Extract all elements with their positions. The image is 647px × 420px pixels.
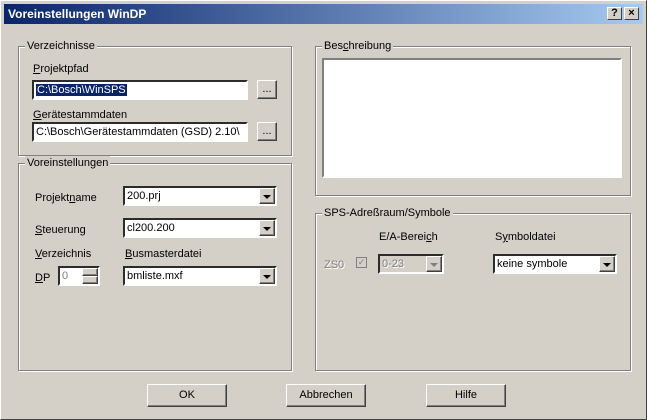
- close-button[interactable]: ×: [624, 7, 639, 20]
- steuerung-label: Steuerung: [35, 224, 86, 236]
- sps-group: SPS-Adreßraum/Symbole: [315, 206, 631, 371]
- projektname-combo[interactable]: 200.prj: [123, 186, 277, 206]
- geraetestamm-input[interactable]: C:\Bosch\Gerätestammdaten (GSD) 2.10\: [32, 122, 248, 142]
- preferences-dialog: Voreinstellungen WinDP ? × Verzeichnisse…: [0, 0, 647, 420]
- projektpfad-browse-button[interactable]: ...: [257, 80, 277, 99]
- help-button[interactable]: ?: [607, 7, 622, 20]
- projektname-label: Projektname: [35, 192, 97, 204]
- chevron-down-icon: [263, 227, 271, 231]
- busmaster-dropdown-button[interactable]: [259, 268, 275, 284]
- steuerung-combo[interactable]: cl200.200: [123, 218, 277, 238]
- beschreibung-textarea[interactable]: [322, 58, 622, 178]
- dp-spin-up-button[interactable]: [82, 268, 98, 276]
- geraetestamm-label: Gerätestammdaten: [33, 109, 128, 121]
- chevron-down-icon: [603, 263, 611, 267]
- verzeichnisse-legend: Verzeichnisse: [25, 39, 97, 53]
- chevron-down-icon: [430, 263, 438, 267]
- steuerung-value: cl200.200: [127, 222, 175, 234]
- projektpfad-value: C:\Bosch\WinSPS: [36, 84, 127, 96]
- symboldatei-header: Symboldatei: [495, 231, 556, 243]
- projektpfad-input[interactable]: C:\Bosch\WinSPS: [32, 80, 248, 100]
- ea-bereich-value: 0-23: [382, 258, 405, 270]
- window-title: Voreinstellungen WinDP: [8, 7, 147, 21]
- projektpfad-label: Projektpfad: [33, 63, 89, 75]
- abbrechen-button[interactable]: Abbrechen: [286, 384, 366, 407]
- zs0-checkbox[interactable]: ✓: [356, 257, 367, 268]
- geraetestamm-browse-button[interactable]: ...: [257, 122, 277, 141]
- chevron-down-icon: [263, 275, 271, 279]
- symboldatei-value: keine symbole: [497, 258, 568, 270]
- voreinstellungen-legend: Voreinstellungen: [25, 156, 111, 170]
- projektname-dropdown-button[interactable]: [259, 188, 275, 204]
- projektname-value: 200.prj: [127, 190, 161, 202]
- busmaster-combo[interactable]: bmliste.mxf: [123, 266, 277, 286]
- ea-bereich-dropdown-button[interactable]: [426, 256, 442, 272]
- ok-button[interactable]: OK: [147, 384, 227, 407]
- sps-legend: SPS-Adreßraum/Symbole: [322, 206, 453, 220]
- verzeichnis-label: Verzeichnis: [35, 248, 92, 260]
- zs0-label: ZS0: [324, 259, 345, 271]
- beschreibung-legend: Beschreibung: [322, 39, 394, 53]
- projektpfad-label-rest: rojektpfad: [40, 63, 89, 75]
- dp-spin-down-button[interactable]: [82, 276, 98, 284]
- steuerung-dropdown-button[interactable]: [259, 220, 275, 236]
- dp-value: 0: [62, 270, 69, 282]
- hilfe-button[interactable]: Hilfe: [426, 384, 506, 407]
- dp-spinner[interactable]: 0: [58, 266, 100, 286]
- ea-bereich-header: E/A-Bereich: [379, 231, 438, 243]
- chevron-down-icon: [263, 195, 271, 199]
- busmaster-value: bmliste.mxf: [127, 270, 183, 282]
- symboldatei-combo[interactable]: keine symbole: [493, 254, 617, 274]
- busmaster-label: Busmasterdatei: [125, 248, 202, 260]
- title-bar[interactable]: Voreinstellungen WinDP ? ×: [4, 4, 643, 24]
- ea-bereich-combo[interactable]: 0-23: [378, 254, 444, 274]
- dp-label: DP: [35, 272, 51, 284]
- symboldatei-dropdown-button[interactable]: [599, 256, 615, 272]
